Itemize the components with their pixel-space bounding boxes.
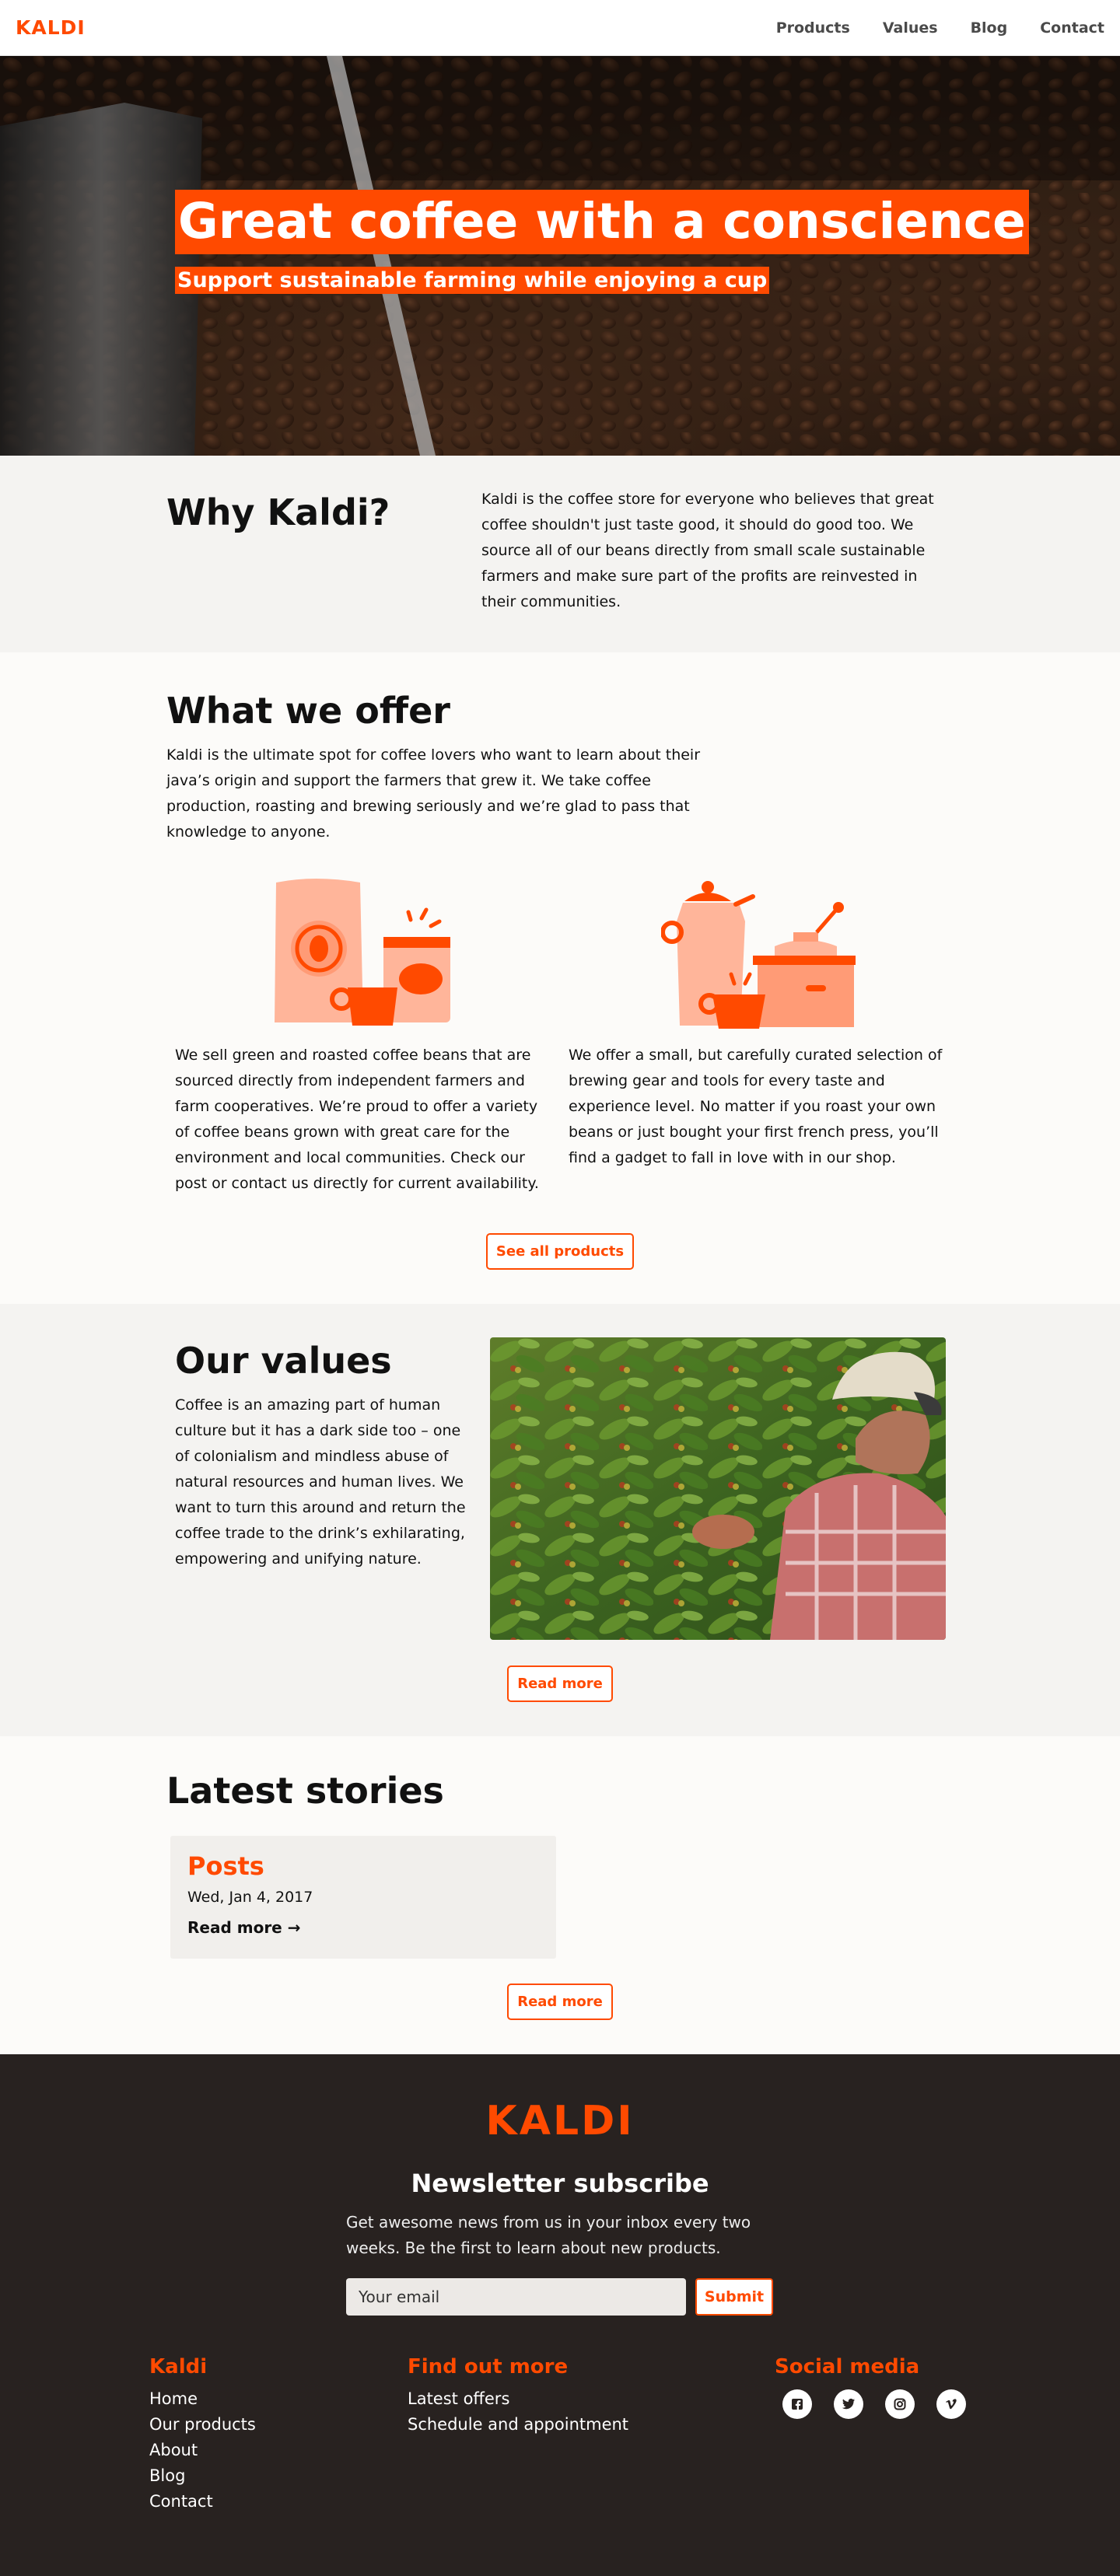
footer-heading-find-out-more: Find out more (408, 2355, 569, 2379)
hero-subtitle: Support sustainable farming while enjoyi… (175, 266, 770, 294)
stories-section: Latest stories Posts Wed, Jan 4, 2017 Re… (0, 1736, 1120, 2054)
offer-section: What we offer Kaldi is the ultimate spot… (0, 652, 1120, 1304)
values-heading: Our values (175, 1340, 392, 1382)
footer-column-social-media: Social media (775, 2355, 966, 2419)
instagram-icon[interactable] (885, 2389, 915, 2419)
offer-gear-text: We offer a small, but carefully curated … (569, 1047, 943, 1166)
values-read-more-button[interactable]: Read more (507, 1665, 613, 1702)
site-footer: KALDI Newsletter subscribe Get awesome n… (0, 2054, 1120, 2576)
facebook-icon[interactable] (782, 2389, 812, 2419)
nav-link-blog[interactable]: Blog (971, 19, 1008, 37)
why-text: Kaldi is the coffee store for everyone w… (481, 491, 934, 610)
footer-column-kaldi: Kaldi Home Our products About Blog Conta… (149, 2355, 256, 2515)
footer-link-our-products[interactable]: Our products (149, 2412, 256, 2438)
nav-link-products[interactable]: Products (776, 19, 850, 37)
email-field[interactable] (346, 2278, 686, 2316)
footer-column-find-out-more: Find out more Latest offers Schedule and… (408, 2355, 628, 2438)
top-navbar: KALDI Products Values Blog Contact (0, 0, 1120, 56)
values-section: Our values Coffee is an amazing part of … (0, 1304, 1120, 1736)
offer-heading: What we offer (166, 690, 450, 732)
nav-link-values[interactable]: Values (883, 19, 938, 37)
see-all-products-button[interactable]: See all products (486, 1233, 634, 1270)
social-icons (782, 2389, 966, 2419)
why-heading: Why Kaldi? (166, 491, 390, 533)
footer-link-latest-offers[interactable]: Latest offers (408, 2386, 628, 2412)
footer-heading-kaldi: Kaldi (149, 2355, 208, 2379)
offer-beans-text: We sell green and roasted coffee beans t… (175, 1047, 539, 1192)
offer-intro: Kaldi is the ultimate spot for coffee lo… (166, 746, 701, 841)
story-read-more-link[interactable]: Read more → (187, 1918, 539, 1937)
nav-links: Products Values Blog Contact (776, 19, 1104, 37)
story-date: Wed, Jan 4, 2017 (187, 1889, 313, 1906)
hero-title: Great coffee with a conscience (175, 190, 1029, 254)
nav-link-contact[interactable]: Contact (1040, 19, 1104, 37)
footer-logo[interactable]: KALDI (0, 2098, 1120, 2144)
vimeo-icon[interactable] (936, 2389, 966, 2419)
newsletter-text: Get awesome news from us in your inbox e… (346, 2213, 751, 2257)
submit-button[interactable]: Submit (695, 2278, 773, 2316)
hero-text: Great coffee with a conscience Support s… (175, 190, 1029, 294)
coffee-beans-illustration (275, 879, 450, 1026)
why-section: Why Kaldi? Kaldi is the coffee store for… (0, 456, 1120, 652)
story-card[interactable]: Posts Wed, Jan 4, 2017 Read more → (170, 1836, 556, 1959)
hero-section: Great coffee with a conscience Support s… (0, 56, 1120, 456)
story-title[interactable]: Posts (187, 1851, 539, 1881)
footer-heading-social-media: Social media (775, 2355, 920, 2379)
values-text: Coffee is an amazing part of human cultu… (175, 1396, 466, 1568)
coffee-farmer-photo (490, 1337, 946, 1640)
footer-link-contact[interactable]: Contact (149, 2489, 256, 2515)
stories-read-more-button[interactable]: Read more (507, 1984, 613, 2020)
footer-link-blog[interactable]: Blog (149, 2463, 256, 2489)
footer-link-about[interactable]: About (149, 2438, 256, 2463)
footer-link-home[interactable]: Home (149, 2386, 256, 2412)
twitter-icon[interactable] (834, 2389, 863, 2419)
brewing-gear-illustration (661, 881, 856, 1029)
footer-link-schedule[interactable]: Schedule and appointment (408, 2412, 628, 2438)
site-logo[interactable]: KALDI (16, 16, 86, 39)
stories-heading: Latest stories (166, 1770, 444, 1812)
newsletter-heading: Newsletter subscribe (411, 2169, 709, 2198)
